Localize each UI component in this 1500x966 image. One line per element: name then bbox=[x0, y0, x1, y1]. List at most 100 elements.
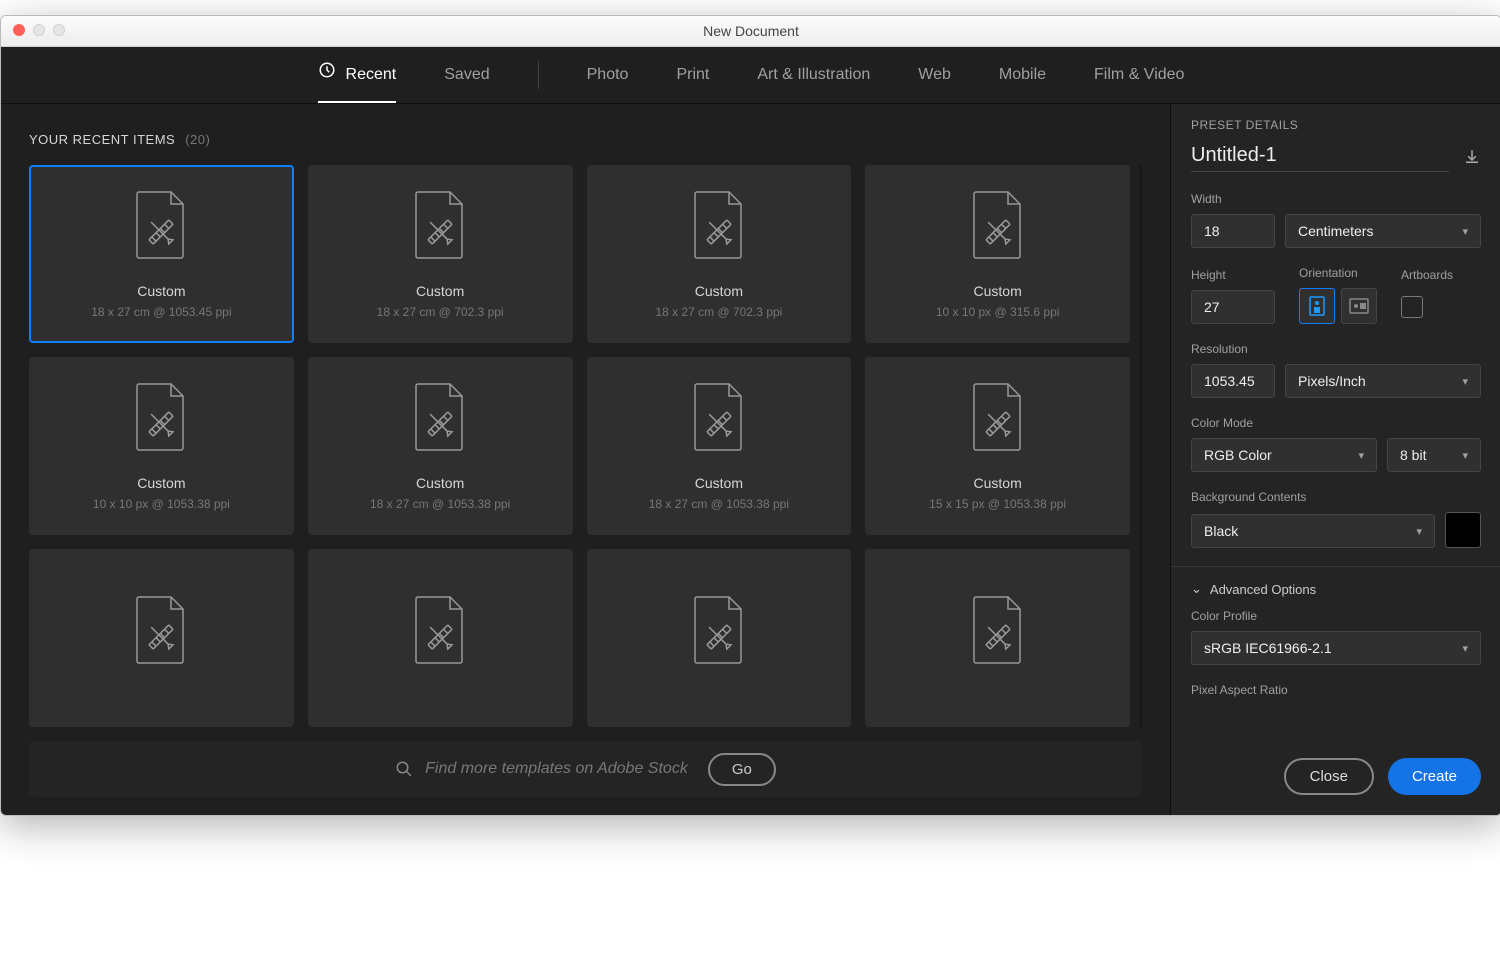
chevron-down-icon: ▾ bbox=[1462, 225, 1468, 238]
orientation-portrait[interactable] bbox=[1299, 288, 1335, 324]
custom-doc-icon bbox=[133, 190, 189, 265]
preset-tile[interactable]: Custom18 x 27 cm @ 1053.38 ppi bbox=[308, 357, 573, 535]
window-close-dot[interactable] bbox=[13, 24, 25, 36]
chevron-down-icon: ▾ bbox=[1416, 525, 1422, 538]
colormode-select[interactable]: RGB Color ▾ bbox=[1191, 438, 1377, 472]
advanced-disclosure[interactable]: ⌄ Advanced Options bbox=[1191, 581, 1481, 597]
search-icon bbox=[395, 760, 413, 778]
close-button[interactable]: Close bbox=[1284, 758, 1374, 795]
tile-meta: 18 x 27 cm @ 702.3 ppi bbox=[377, 305, 504, 319]
custom-doc-icon bbox=[970, 190, 1026, 265]
units-select[interactable]: Centimeters ▾ bbox=[1285, 214, 1481, 248]
preset-name-input[interactable]: Untitled-1 bbox=[1191, 144, 1449, 172]
width-input[interactable]: 18 bbox=[1191, 214, 1275, 248]
background-value: Black bbox=[1204, 523, 1238, 539]
resolution-units-select[interactable]: Pixels/Inch ▾ bbox=[1285, 364, 1481, 398]
tab-mobile[interactable]: Mobile bbox=[999, 47, 1046, 103]
tile-meta: 18 x 27 cm @ 1053.45 ppi bbox=[91, 305, 231, 319]
search-placeholder: Find more templates on Adobe Stock bbox=[425, 760, 688, 778]
height-input[interactable]: 27 bbox=[1191, 290, 1275, 324]
preset-tile[interactable]: Custom18 x 27 cm @ 1053.38 ppi bbox=[587, 357, 852, 535]
tile-label: Custom bbox=[695, 283, 743, 299]
tab-print[interactable]: Print bbox=[676, 47, 709, 103]
tile-label: Custom bbox=[137, 283, 185, 299]
import-preset-icon[interactable] bbox=[1463, 148, 1481, 169]
custom-doc-icon bbox=[412, 190, 468, 265]
color-profile-value: sRGB IEC61966-2.1 bbox=[1204, 640, 1332, 656]
bitdepth-select[interactable]: 8 bit ▾ bbox=[1387, 438, 1481, 472]
custom-doc-icon bbox=[970, 382, 1026, 457]
custom-doc-icon bbox=[691, 190, 747, 265]
preset-details-header: PRESET DETAILS bbox=[1191, 118, 1481, 132]
preset-tile[interactable]: Custom 18 x 27 cm @ 702.3 ppi bbox=[587, 165, 852, 343]
tile-meta: 10 x 10 px @ 315.6 ppi bbox=[936, 305, 1060, 319]
tab-photo[interactable]: Photo bbox=[587, 47, 629, 103]
preset-tile[interactable]: Custom 18 x 27 cm @ 1053.45 ppi bbox=[29, 165, 294, 343]
tile-meta: 18 x 27 cm @ 1053.38 ppi bbox=[370, 497, 510, 511]
go-button[interactable]: Go bbox=[708, 753, 776, 786]
create-button[interactable]: Create bbox=[1388, 758, 1481, 795]
resolution-input[interactable]: 1053.45 bbox=[1191, 364, 1275, 398]
custom-doc-icon bbox=[133, 382, 189, 457]
custom-doc-icon bbox=[691, 595, 747, 670]
custom-doc-icon bbox=[133, 595, 189, 670]
custom-doc-icon bbox=[970, 595, 1026, 670]
color-profile-select[interactable]: sRGB IEC61966-2.1 ▾ bbox=[1191, 631, 1481, 665]
tab-label: Web bbox=[918, 47, 951, 103]
category-tabs: Recent Saved Photo Print Art & Illustration W… bbox=[1, 47, 1500, 104]
tab-label: Print bbox=[676, 47, 709, 103]
profile-label: Color Profile bbox=[1191, 609, 1481, 623]
tile-label: Custom bbox=[137, 475, 185, 491]
section-title: YOUR RECENT ITEMS (20) bbox=[29, 132, 1142, 147]
custom-doc-icon bbox=[412, 382, 468, 457]
window-min-dot[interactable] bbox=[33, 24, 45, 36]
background-select[interactable]: Black ▾ bbox=[1191, 514, 1435, 548]
tab-label: Photo bbox=[587, 47, 629, 103]
section-count: (20) bbox=[185, 132, 210, 147]
width-label: Width bbox=[1191, 192, 1481, 206]
preset-tile[interactable] bbox=[587, 549, 852, 727]
tab-recent[interactable]: Recent bbox=[318, 47, 397, 103]
tile-label: Custom bbox=[974, 475, 1022, 491]
divider bbox=[1171, 566, 1500, 567]
tile-meta: 18 x 27 cm @ 702.3 ppi bbox=[655, 305, 782, 319]
colormode-label: Color Mode bbox=[1191, 416, 1481, 430]
background-swatch[interactable] bbox=[1445, 512, 1481, 548]
tab-web[interactable]: Web bbox=[918, 47, 951, 103]
artboards-checkbox[interactable] bbox=[1401, 296, 1423, 318]
colormode-value: RGB Color bbox=[1204, 447, 1272, 463]
height-label: Height bbox=[1191, 268, 1275, 282]
custom-doc-icon bbox=[691, 382, 747, 457]
custom-doc-icon bbox=[412, 595, 468, 670]
preset-tile[interactable]: Custom18 x 27 cm @ 702.3 ppi bbox=[308, 165, 573, 343]
mac-titlebar: New Document bbox=[1, 16, 1500, 47]
window-max-dot[interactable] bbox=[53, 24, 65, 36]
preset-tile[interactable] bbox=[865, 549, 1130, 727]
preset-tile[interactable]: Custom10 x 10 px @ 1053.38 ppi bbox=[29, 357, 294, 535]
pixel-aspect-ratio-label: Pixel Aspect Ratio bbox=[1191, 683, 1481, 697]
preset-tile[interactable]: Custom 10 x 10 px @ 315.6 ppi bbox=[865, 165, 1130, 343]
recent-icon bbox=[318, 47, 336, 103]
preset-tile[interactable]: Custom 15 x 15 px @ 1053.38 ppi bbox=[865, 357, 1130, 535]
tab-label: Mobile bbox=[999, 47, 1046, 103]
preset-tile[interactable] bbox=[308, 549, 573, 727]
tile-label: Custom bbox=[974, 283, 1022, 299]
chevron-down-icon: ▾ bbox=[1358, 449, 1364, 462]
tab-art[interactable]: Art & Illustration bbox=[757, 47, 870, 103]
tile-meta: 15 x 15 px @ 1053.38 ppi bbox=[929, 497, 1066, 511]
preset-tile[interactable] bbox=[29, 549, 294, 727]
section-title-text: YOUR RECENT ITEMS bbox=[29, 132, 175, 147]
tile-meta: 18 x 27 cm @ 1053.38 ppi bbox=[649, 497, 789, 511]
tab-film[interactable]: Film & Video bbox=[1094, 47, 1184, 103]
recent-panel: YOUR RECENT ITEMS (20) Custom18 x 27 cm … bbox=[1, 104, 1170, 815]
tabs-separator bbox=[538, 61, 539, 89]
stock-search[interactable]: Find more templates on Adobe Stock bbox=[395, 760, 688, 778]
tab-saved[interactable]: Saved bbox=[444, 47, 489, 103]
window-title: New Document bbox=[703, 23, 799, 39]
tab-label: Film & Video bbox=[1094, 47, 1184, 103]
new-document-window: New Document Recent Saved Photo Print Art & … bbox=[0, 15, 1500, 816]
orientation-landscape[interactable] bbox=[1341, 288, 1377, 324]
stock-search-bar: Find more templates on Adobe Stock Go bbox=[29, 741, 1142, 797]
chevron-down-icon: ⌄ bbox=[1191, 581, 1202, 597]
tab-label: Art & Illustration bbox=[757, 47, 870, 103]
